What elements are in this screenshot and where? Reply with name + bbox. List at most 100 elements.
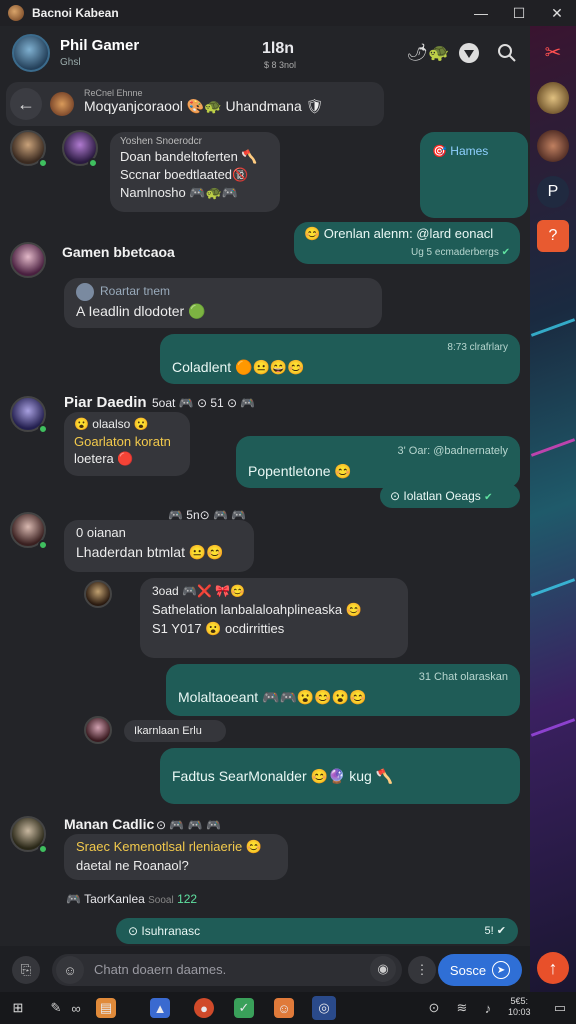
pinned-text: Moqyanjcoraool 🎨🐢 Uhandmana 🛡 — [84, 98, 324, 114]
timestamp: 31 Chat olaraskan — [418, 671, 508, 683]
message-text: Fadtus SearMonalder 😊🔮 kug 🪓 — [172, 768, 394, 784]
search-icon[interactable] — [494, 40, 520, 66]
reaction-row[interactable]: 5oat 🎮 ⊙ 51 ⊙ 🎮 — [152, 396, 255, 410]
message-bubble[interactable]: Ikarnlaan Erlu — [124, 720, 226, 742]
minimize-button[interactable]: — — [462, 0, 500, 26]
files-icon[interactable]: ▤ — [96, 998, 116, 1018]
message-bubble[interactable]: ⊙ Iolatlan Oeags ✔ — [380, 484, 520, 508]
message-composer: ⎘ ☺ Chatn doaern daames. ◉ ⋮ Sosce ➤ — [0, 946, 530, 992]
message-text: 3oad 🎮❌ 🎀😊 — [152, 584, 246, 598]
message-bubble[interactable]: Yoshen Snoerodcr Doan bandeltoferten 🪓 S… — [110, 132, 280, 212]
message-text: Coladlent 🟠😐😄😊 — [172, 359, 305, 375]
message-text: Lhaderdan btmlat 😐😊 — [76, 544, 224, 560]
message-text: Doan bandeltoferten 🪓 — [120, 149, 258, 164]
back-arrow-icon[interactable]: ← — [10, 88, 42, 120]
decor — [530, 578, 576, 597]
browser-icon[interactable]: ● — [194, 998, 214, 1018]
message-text: Namlnosho 🎮🐢🎮 — [120, 185, 238, 200]
reaction-row[interactable]: ⊙ 🎮 🎮 🎮 — [156, 818, 221, 832]
wifi-icon[interactable]: ≋ — [452, 998, 472, 1018]
message-text: 😊 Orenlan alenm: @lard eonacl — [304, 226, 494, 241]
chat-pane: Phil Gamer Ghsl 1l8n $ 8 3nol 🌶 🐢 ← ReCn… — [0, 26, 530, 992]
emoji-icon[interactable]: ☺ — [56, 956, 84, 984]
start-icon[interactable]: ⊞ — [8, 998, 28, 1018]
taskbar: ⊞ ✎ ∞ ▤ ▲ ● ✓ ☺ ◎ ⊙ ≋ ♪ 5€5: 10:03 ▭ — [0, 992, 576, 1024]
avatar[interactable] — [12, 34, 50, 72]
message-bubble[interactable]: 31 Chat olaraskan Molaltaoeant 🎮🎮😮😊😮😊 — [166, 664, 520, 716]
message-text: 😮 olaalso 😮 — [74, 417, 149, 431]
avatar — [76, 282, 94, 301]
message-bubble[interactable]: 🎯 Hames — [420, 132, 528, 218]
message-bubble[interactable]: 8:73 clrafrlary Coladlent 🟠😐😄😊 — [160, 334, 520, 384]
close-button[interactable]: ✕ — [538, 0, 576, 26]
message-text: A Ieadlin dlodoter 🟢 — [76, 303, 206, 319]
attach-icon[interactable]: ⎘ — [12, 956, 40, 984]
sender-name: Gamen bbetcaoa — [62, 244, 175, 260]
scroll-up-button[interactable]: ↑ — [537, 952, 569, 984]
message-text: ⊙ Iolatlan Oeags — [390, 489, 481, 503]
message-bubble[interactable]: ⊙ Isuhranasc 5! ✔ — [116, 918, 518, 944]
pen-icon[interactable]: ✎ — [46, 998, 66, 1018]
avatar[interactable] — [537, 82, 569, 114]
message-meta: 5! ✔ — [484, 925, 506, 937]
clock[interactable]: 5€5: 10:03 — [508, 996, 531, 1018]
message-bubble[interactable]: 3oad 🎮❌ 🎀😊 Sathelation lanbalaloahplinea… — [140, 578, 408, 658]
avatar[interactable] — [10, 242, 46, 278]
message-input[interactable]: ☺ Chatn doaern daames. ◉ — [52, 954, 402, 986]
message-meta: Ug 5 ecmaderbergs ✔ — [304, 243, 510, 262]
sender-name: Manan Cadlic — [64, 816, 155, 832]
online-indicator — [38, 844, 48, 854]
game-icon[interactable]: 🐢 — [426, 40, 452, 66]
app-icon[interactable]: ✓ — [234, 998, 254, 1018]
message-bubble[interactable]: Sraec Kemenotlsal rleniaerie 😊 daetal ne… — [64, 834, 288, 880]
chat-header: Phil Gamer Ghsl 1l8n $ 8 3nol 🌶 🐢 — [0, 26, 530, 80]
app-icon[interactable]: ▲ — [150, 998, 170, 1018]
message-bubble[interactable]: 3' Oar: @badnernately Popentletone 😊 — [236, 436, 520, 488]
decor — [530, 318, 576, 337]
more-icon[interactable]: ⋮ — [408, 956, 436, 984]
send-button[interactable]: Sosce ➤ — [438, 954, 522, 986]
message-text: Molaltaoeant 🎮🎮😮😊😮😊 — [178, 689, 367, 705]
center-subtitle: $ 8 3nol — [264, 60, 297, 70]
app-icon[interactable]: ◎ — [312, 996, 336, 1020]
center-title: 1l8n — [262, 40, 295, 57]
app-icon[interactable]: ☺ — [274, 998, 294, 1018]
message-text: S1 Y017 😮 ocdirritties — [152, 621, 285, 636]
avatar[interactable] — [537, 130, 569, 162]
maximize-button[interactable]: ☐ — [500, 0, 538, 26]
pinned-message-bar[interactable]: ← ReCnel Ehnne Moqyanjcoraool 🎨🐢 Uhandma… — [6, 82, 384, 126]
notification-center-icon[interactable]: ▭ — [550, 998, 570, 1018]
clock-line: 10:03 — [508, 1007, 531, 1017]
message-text: Goarlaton koratn — [74, 434, 171, 449]
link-icon[interactable]: ∞ — [66, 998, 86, 1018]
message-bubble[interactable]: Fadtus SearMonalder 😊🔮 kug 🪓 — [160, 748, 520, 804]
message-bubble[interactable]: Roartar tnem A Ieadlin dlodoter 🟢 — [64, 278, 382, 328]
timestamp: Ug 5 ecmaderbergs — [411, 247, 499, 258]
message-meta: 3' Oar: @badnernately — [397, 445, 509, 457]
message-bubble[interactable]: 😊 Orenlan alenm: @lard eonacl Ug 5 ecmad… — [294, 222, 520, 264]
message-bubble[interactable]: 😮 olaalso 😮 Goarlaton koratn loetera 🔴 — [64, 412, 190, 476]
paypal-icon[interactable]: P — [537, 176, 569, 208]
notifications-icon[interactable]: ✂ — [537, 36, 569, 68]
avatar[interactable] — [84, 716, 112, 744]
message-text: loetera 🔴 — [74, 451, 134, 466]
volume-icon[interactable]: ♪ — [478, 998, 498, 1018]
help-icon[interactable]: ? — [537, 220, 569, 252]
camera-icon[interactable]: ◉ — [370, 956, 396, 982]
reply-preview: Roartar tnem — [76, 282, 370, 301]
typing-name: TaorKanlea — [84, 892, 145, 906]
online-indicator — [38, 158, 48, 168]
online-indicator — [88, 158, 98, 168]
message-text: ⊙ Isuhranasc — [128, 924, 201, 938]
avatar — [50, 92, 74, 116]
window-titlebar: Bacnoi Kabean — ☐ ✕ — [0, 0, 576, 26]
message-text: Sraec Kemenotlsal rleniaerie 😊 — [76, 839, 262, 854]
timestamp: 8:73 clrafrlary — [447, 342, 508, 353]
gamepad-icon[interactable] — [456, 40, 482, 66]
message-text: Sathelation lanbalaloahplineaska 😊 — [152, 602, 362, 617]
send-icon: ➤ — [492, 961, 511, 979]
decor — [530, 718, 576, 737]
avatar[interactable] — [84, 580, 112, 608]
message-bubble[interactable]: 0 oianan Lhaderdan btmlat 😐😊 — [64, 520, 254, 572]
system-tray-icon[interactable]: ⊙ — [424, 998, 444, 1018]
